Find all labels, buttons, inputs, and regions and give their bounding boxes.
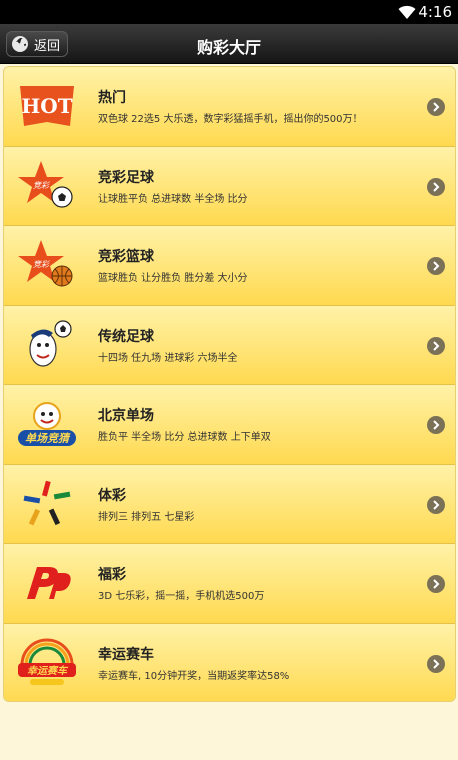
status-bar: 4:16	[0, 0, 458, 24]
chevron-right-icon	[427, 336, 445, 355]
chevron-right-icon	[427, 575, 445, 593]
item-desc: 排列三 排列五 七星彩	[98, 511, 195, 523]
beijing-icon-text: 单场竞猜	[25, 432, 71, 445]
item-name: 福彩	[98, 567, 126, 583]
item-name: 竞彩篮球	[98, 249, 154, 265]
lucky-racing-icon-text: 幸运赛车	[27, 665, 69, 677]
beijing-single-icon: 单场竞猜	[14, 393, 80, 455]
item-name: 热门	[98, 90, 126, 106]
item-name: 传统足球	[98, 328, 154, 345]
welfare-lottery-icon	[14, 552, 80, 614]
item-desc: 让球胜平负 总进球数 半全场 比分	[98, 193, 248, 205]
list-item-beijing-single[interactable]: 单场竞猜 北京单场 胜负平 半全场 比分 总进球数 上下单双	[4, 385, 455, 465]
chevron-right-icon	[427, 98, 445, 116]
chevron-right-icon	[427, 416, 445, 434]
list-item-sports-lottery[interactable]: 体彩 排列三 排列五 七星彩	[4, 464, 455, 544]
traditional-football-icon	[14, 314, 80, 376]
hot-icon: HOT	[14, 75, 80, 137]
item-desc: 双色球 22选5 大乐透，数字彩猛摇手机，摇出你的500万！	[98, 114, 363, 125]
chevron-right-icon	[427, 654, 445, 673]
item-desc: 3D 七乐彩，摇一摇，手机机选500万	[98, 591, 265, 602]
page-title: 购彩大厅	[196, 38, 261, 57]
item-name: 竞彩足球	[98, 169, 154, 186]
chevron-right-icon	[427, 257, 445, 275]
hot-icon-text: HOT	[21, 94, 72, 118]
item-name: 幸运赛车	[98, 646, 154, 663]
list-item-welfare-lottery[interactable]: 福彩 3D 七乐彩，摇一摇，手机机选500万	[4, 544, 455, 624]
sports-lottery-icon	[14, 473, 80, 535]
list-item-traditional-football[interactable]: 传统足球 十四场 任九场 进球彩 六场半全	[4, 305, 455, 385]
jingcai-football-icon: 竞彩	[14, 155, 80, 217]
list-item-jingcai-basketball[interactable]: 竞彩 竞彩篮球 篮球胜负 让分胜负 胜分差 大小分	[4, 226, 455, 306]
jingcai-basketball-icon: 竞彩	[14, 234, 80, 296]
jingcai-icon-text: 竞彩	[33, 260, 50, 269]
item-desc: 幸运赛车, 10分钟开奖，当期返奖率达58%	[98, 670, 290, 682]
status-time: 4:16	[418, 3, 452, 21]
item-desc: 胜负平 半全场 比分 总进球数 上下单双	[98, 432, 271, 443]
item-desc: 十四场 任九场 进球彩 六场半全	[98, 352, 238, 364]
lottery-list: HOT 热门 双色球 22选5 大乐透，数字彩猛摇手机，摇出你的500万！ 竞彩…	[3, 66, 456, 702]
chevron-right-icon	[427, 495, 445, 514]
list-item-hot[interactable]: HOT 热门 双色球 22选5 大乐透，数字彩猛摇手机，摇出你的500万！	[4, 67, 455, 147]
item-name: 北京单场	[98, 408, 154, 424]
title-bar: 返回 购彩大厅	[0, 24, 458, 64]
chevron-right-icon	[427, 177, 445, 196]
jingcai-icon-text: 竞彩	[33, 181, 50, 190]
lucky-racing-icon: 幸运赛车	[14, 632, 80, 694]
list-item-lucky-racing[interactable]: 幸运赛车 幸运赛车 幸运赛车, 10分钟开奖，当期返奖率达58%	[4, 623, 455, 701]
item-desc: 篮球胜负 让分胜负 胜分差 大小分	[98, 273, 248, 284]
wifi-icon	[398, 5, 416, 19]
item-name: 体彩	[98, 487, 126, 504]
list-item-jingcai-football[interactable]: 竞彩 竞彩足球 让球胜平负 总进球数 半全场 比分	[4, 146, 455, 226]
